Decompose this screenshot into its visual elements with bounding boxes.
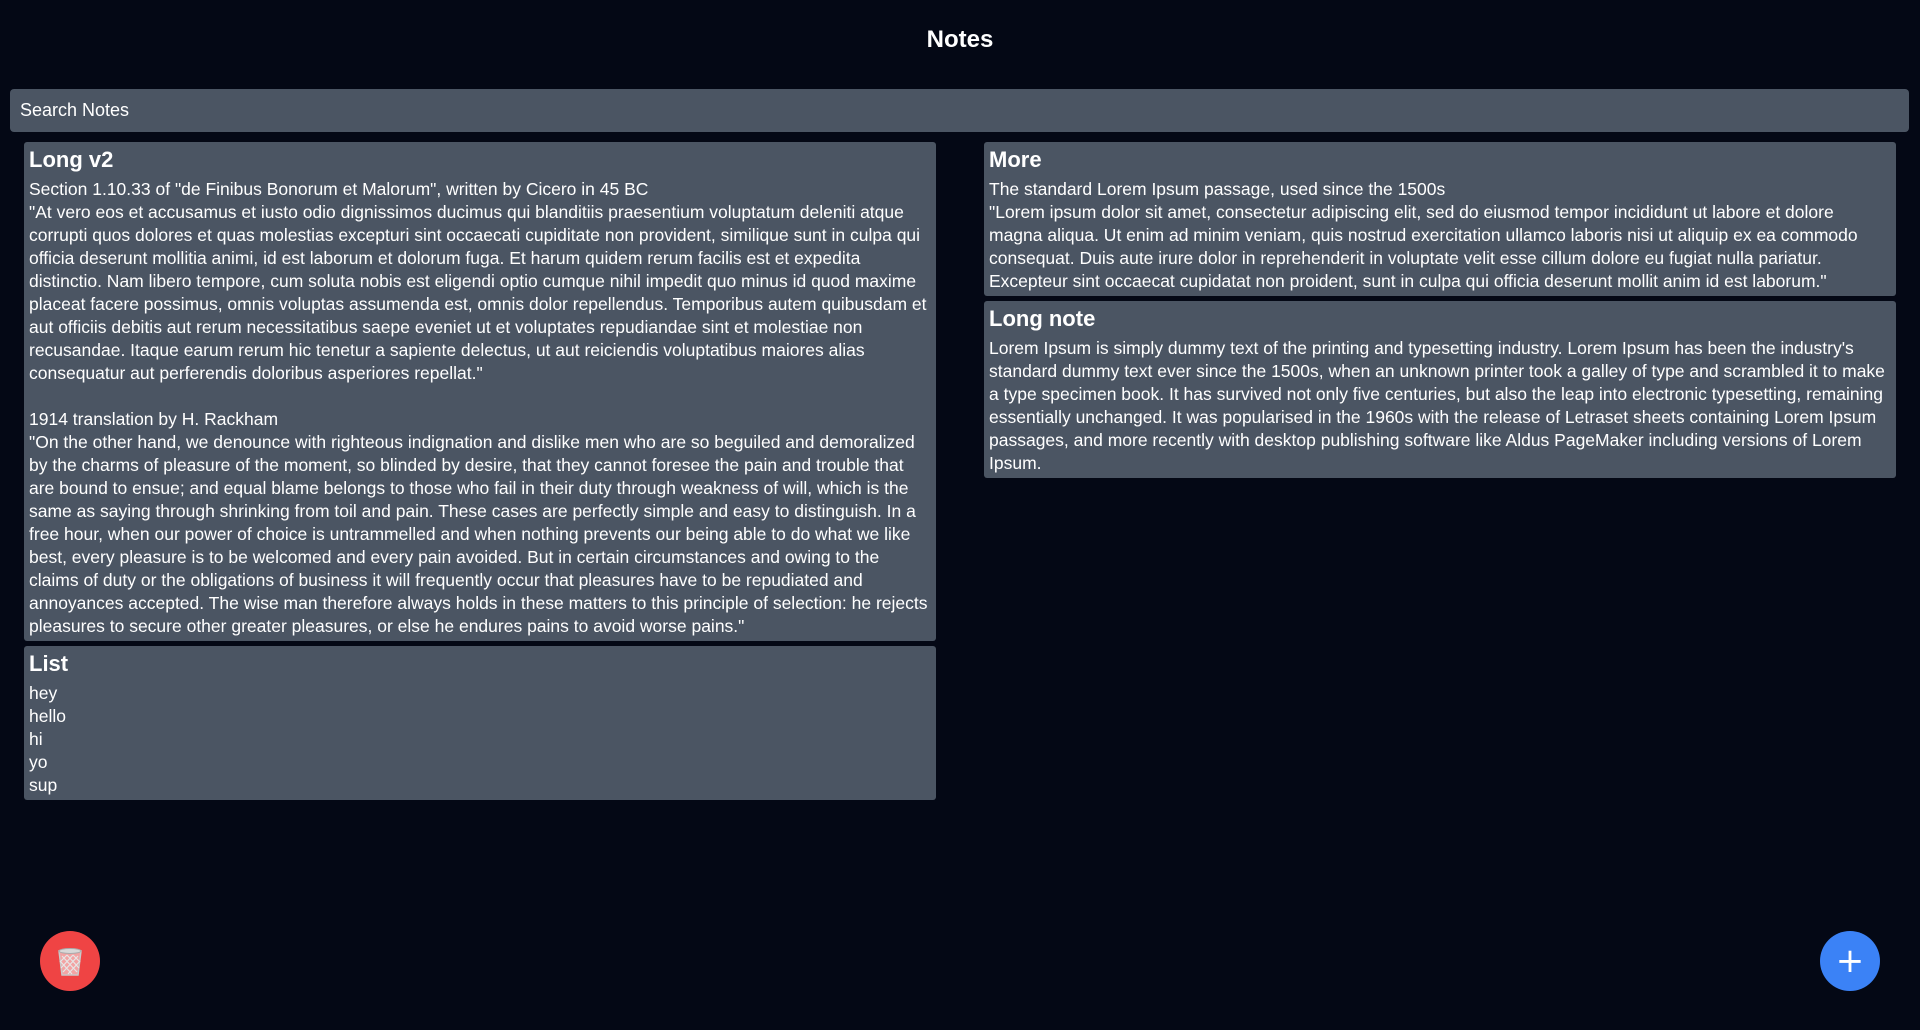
plus-icon: + <box>1835 941 1865 981</box>
notes-grid: Long v2 Section 1.10.33 of "de Finibus B… <box>24 142 1896 800</box>
page-title: Notes <box>926 26 994 53</box>
notes-column-right: More The standard Lorem Ipsum passage, u… <box>984 142 1896 478</box>
note-title: More <box>989 147 1042 172</box>
note-body: The standard Lorem Ipsum passage, used s… <box>989 179 1858 291</box>
note-title: Long note <box>989 306 1096 331</box>
note-card-more[interactable]: More The standard Lorem Ipsum passage, u… <box>984 142 1896 296</box>
add-note-button[interactable]: + <box>1820 931 1880 991</box>
search-notes-input[interactable] <box>10 89 1909 132</box>
note-card-long-v2[interactable]: Long v2 Section 1.10.33 of "de Finibus B… <box>24 142 936 641</box>
wastebasket-icon <box>58 948 82 976</box>
notes-column-left: Long v2 Section 1.10.33 of "de Finibus B… <box>24 142 936 800</box>
note-body: Section 1.10.33 of "de Finibus Bonorum e… <box>29 179 928 636</box>
trash-button[interactable] <box>40 931 100 991</box>
note-card-list[interactable]: List hey hello hi yo sup <box>24 646 936 800</box>
note-card-long-note[interactable]: Long note Lorem Ipsum is simply dummy te… <box>984 301 1896 478</box>
note-body: hey hello hi yo sup <box>29 683 66 795</box>
note-title: List <box>29 651 69 676</box>
notes-app: Notes Long v2 Section 1.10.33 of "de Fin… <box>0 0 1920 1030</box>
note-body: Lorem Ipsum is simply dummy text of the … <box>989 338 1890 473</box>
note-title: Long v2 <box>29 147 114 172</box>
